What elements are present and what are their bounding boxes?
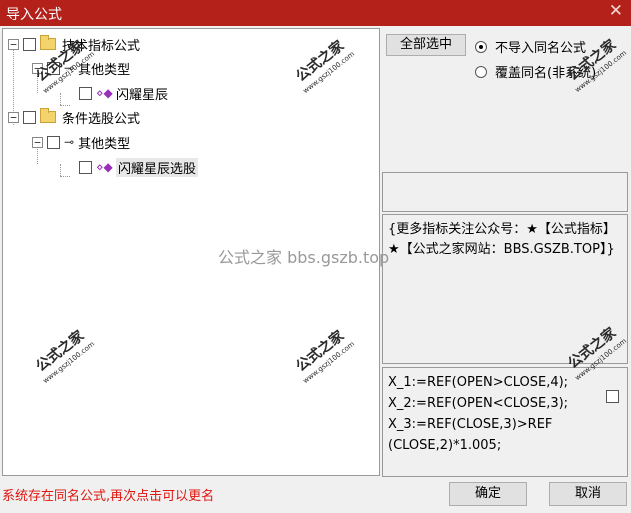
watermark-stamp: 公式之家 www.gszj100.com [293,327,357,386]
tree-checkbox[interactable] [23,110,36,124]
tree-checkbox[interactable] [47,135,60,149]
formula-gem-icon: ⋄◆ [96,86,113,100]
tree-connector [60,176,70,177]
tree-item-other-types-2[interactable]: − ⊸ 其他类型 [32,132,130,152]
tree-item-label: 其他类型 [78,136,131,152]
radio-dot-icon[interactable] [475,65,487,78]
tree-checkbox[interactable] [23,37,36,51]
folder-icon [40,35,56,50]
select-all-button[interactable]: 全部选中 [386,34,466,56]
tree-connector [60,164,61,176]
tree-item-label: 闪耀星辰选股 [116,157,199,177]
tree-checkbox[interactable] [79,160,92,174]
code-line: X_1:=REF(OPEN>CLOSE,4); [388,375,569,390]
name-field[interactable] [382,172,628,212]
window-title: 导入公式 [6,7,62,23]
watermark-stamp: 公式之家 www.gszj100.com [293,37,357,96]
expander-icon[interactable]: − [8,111,19,123]
ok-button[interactable]: 确定 [449,482,527,506]
tree-item-stock-selection[interactable]: − 条件选股公式 [8,107,140,127]
cancel-button[interactable]: 取消 [549,482,627,506]
tree-connector [60,93,61,105]
folder-icon [40,108,56,123]
code-line: X_3:=REF(CLOSE,3)>REF [388,417,553,432]
watermark-text: 公式之家 bbs.gszb.top [218,248,390,267]
key-icon: ⊸ [64,135,75,149]
tree-connector [60,105,70,106]
formula-code: X_1:=REF(OPEN>CLOSE,4); X_2:=REF(OPEN<CL… [388,372,588,456]
code-checkbox[interactable] [606,390,619,403]
tree-item-label: 条件选股公式 [62,111,141,127]
watermark-stamp: 公式之家 www.gszj100.com [33,327,97,386]
radio-label: 不导入同名公式 [495,41,587,56]
tree-item-shining-stars[interactable]: ⋄◆ 闪耀星辰 [79,83,168,103]
tree-item-label: 闪耀星辰 [116,87,169,103]
formula-gem-icon: ⋄◆ [96,160,113,174]
title-bar: 导入公式 ✕ [0,0,631,26]
radio-dot-icon[interactable] [475,40,487,53]
code-line: (CLOSE,2)*1.005; [388,438,502,453]
description-text: {更多指标关注公众号：★【公式指标】★【公式之家网站：BBS.GSZB.TOP】… [388,222,616,257]
tree-item-shining-stars-selection[interactable]: ⋄◆ 闪耀星辰选股 [79,157,199,177]
expander-icon[interactable]: − [8,38,19,50]
tree-checkbox[interactable] [79,86,92,100]
status-message: 系统存在同名公式,再次点击可以更名 [2,489,215,504]
radio-no-import-duplicates[interactable]: 不导入同名公式 [475,37,586,56]
close-icon[interactable]: ✕ [609,1,623,21]
expander-icon[interactable]: − [32,136,43,148]
code-line: X_2:=REF(OPEN<CLOSE,3); [388,396,569,411]
code-panel: X_1:=REF(OPEN>CLOSE,4); X_2:=REF(OPEN<CL… [382,367,628,477]
